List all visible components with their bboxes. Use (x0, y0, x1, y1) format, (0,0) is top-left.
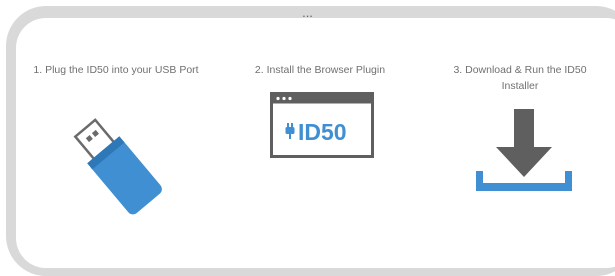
usb-stick-icon (73, 118, 162, 215)
step-1-label: 1. Plug the ID50 into your USB Port (33, 64, 199, 76)
step-2-label: 2. Install the Browser Plugin (254, 64, 386, 76)
download-icon (476, 109, 572, 191)
clipped-heading-text: ... (302, 12, 313, 20)
plugin-icon-text: ID50 (298, 119, 347, 145)
browser-plugin-icon: ID50 (270, 92, 374, 158)
step-3-label: 3. Download & Run the ID50 Installer (453, 64, 587, 92)
clipped-heading: ... (0, 12, 615, 22)
